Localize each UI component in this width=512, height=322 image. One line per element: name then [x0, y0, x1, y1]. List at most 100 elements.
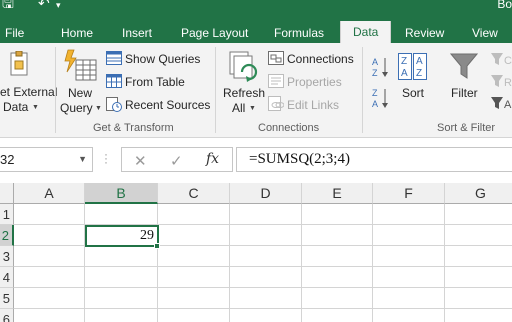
grid-cell[interactable]	[85, 267, 158, 288]
column-header-g[interactable]: G	[445, 183, 512, 204]
row-number: 1	[2, 207, 10, 222]
grid-cell[interactable]	[85, 309, 158, 322]
tab-file[interactable]: File	[5, 24, 24, 43]
row-header-1[interactable]: 1	[0, 204, 14, 225]
column-header-e[interactable]: E	[302, 183, 373, 204]
group-separator	[55, 47, 56, 133]
grid-cell[interactable]	[302, 225, 373, 246]
sort-dialog-icon: Z A A Z	[398, 53, 427, 80]
sort-ascending-icon[interactable]: A Z	[372, 56, 390, 78]
refresh-icon	[229, 51, 258, 82]
column-header-c[interactable]: C	[158, 183, 230, 204]
cancel-icon[interactable]: ✕	[134, 152, 147, 170]
insert-function-button[interactable]: fx	[206, 151, 219, 167]
row-number: 4	[2, 270, 10, 285]
grid-cell[interactable]	[445, 267, 512, 288]
grid-cell[interactable]	[14, 204, 85, 225]
tab-insert[interactable]: Insert	[122, 24, 152, 43]
worksheet-grid[interactable]: A B C D E F G 1 2 3 4 5 6 29	[0, 183, 512, 322]
grid-cell[interactable]	[445, 246, 512, 267]
clear-filter-icon[interactable]: C R A	[490, 51, 512, 113]
account-name[interactable]: Bo	[497, 0, 512, 11]
recent-sources-label: Recent Sources	[125, 98, 211, 112]
grid-cell[interactable]	[445, 309, 512, 322]
group-label-connections: Connections	[258, 122, 320, 134]
column-header-a[interactable]: A	[14, 183, 85, 204]
grid-cell[interactable]	[14, 288, 85, 309]
column-header-b[interactable]: B	[85, 183, 158, 204]
row-header-2[interactable]: 2	[0, 225, 14, 246]
grid-cell[interactable]	[230, 246, 302, 267]
row-header-6[interactable]: 6	[0, 309, 14, 322]
tab-data[interactable]: Data	[340, 21, 392, 43]
formula-buttons: ✕ ✓ fx	[121, 147, 233, 172]
grid-cell[interactable]	[373, 204, 445, 225]
grid-cell[interactable]	[158, 204, 230, 225]
row-header-5[interactable]: 5	[0, 288, 14, 309]
grid-cell[interactable]	[445, 204, 512, 225]
row-header-4[interactable]: 4	[0, 267, 14, 288]
grid-cell[interactable]	[302, 309, 373, 322]
grid-cell[interactable]	[302, 288, 373, 309]
sort-descending-icon[interactable]: Z A	[372, 87, 390, 109]
tab-formulas[interactable]: Formulas	[274, 24, 324, 43]
tab-page-layout[interactable]: Page Layout	[181, 24, 248, 43]
edit-links-icon	[268, 96, 284, 111]
grid-cell[interactable]	[373, 309, 445, 322]
grid-cell[interactable]	[85, 288, 158, 309]
grid-cell[interactable]	[14, 309, 85, 322]
grid-cell[interactable]	[302, 267, 373, 288]
select-all-corner[interactable]	[0, 183, 14, 204]
edit-links-label: Edit Links	[287, 98, 340, 112]
grid-cell[interactable]	[373, 267, 445, 288]
grid-cell[interactable]	[230, 288, 302, 309]
grid-cell[interactable]	[14, 246, 85, 267]
name-box-value: 32	[0, 152, 15, 167]
column-header-f[interactable]: F	[373, 183, 445, 204]
grid-cell[interactable]	[230, 309, 302, 322]
grid-cell[interactable]	[302, 204, 373, 225]
grid-cell[interactable]	[445, 288, 512, 309]
grid-cell[interactable]	[158, 267, 230, 288]
grid-cell[interactable]	[373, 246, 445, 267]
grid-cell[interactable]	[14, 225, 85, 246]
tab-view[interactable]: View	[472, 24, 498, 43]
grid-cell[interactable]	[445, 225, 512, 246]
undo-dropdown-icon[interactable]: ▾	[56, 0, 61, 12]
group-label-sort-filter: Sort & Filter	[437, 122, 496, 134]
chevron-down-icon: ▼	[249, 105, 256, 112]
grid-cell[interactable]	[373, 225, 445, 246]
get-external-data-label-2: Data	[3, 100, 29, 114]
grid-cell[interactable]	[373, 288, 445, 309]
grid-cell[interactable]	[158, 246, 230, 267]
grid-cell[interactable]	[230, 204, 302, 225]
drag-handle-icon[interactable]: · · ·	[104, 148, 108, 168]
title-bar: 🖫 ↶ ▾ Bo File Home Insert Page Layout Fo…	[0, 0, 512, 43]
grid-cell[interactable]	[230, 225, 302, 246]
grid-cell[interactable]	[14, 267, 85, 288]
grid-cell[interactable]	[85, 246, 158, 267]
grid-cell[interactable]	[230, 267, 302, 288]
tab-review[interactable]: Review	[405, 24, 444, 43]
name-box[interactable]: 32 ▼	[0, 147, 93, 172]
grid-cell[interactable]	[302, 246, 373, 267]
grid-cell[interactable]	[158, 225, 230, 246]
fill-handle[interactable]	[154, 243, 160, 249]
chevron-down-icon[interactable]: ▼	[78, 154, 87, 164]
external-data-icon	[10, 51, 28, 76]
grid-cell[interactable]	[158, 309, 230, 322]
row-number: 5	[2, 291, 10, 306]
formula-bar: 32 ▼ · · · ✕ ✓ fx =SUMSQ(2;3;4)	[0, 139, 512, 181]
grid-cell[interactable]	[85, 204, 158, 225]
ribbon-data: et External Data ▼ New Query ▼ Show Quer…	[0, 43, 512, 138]
row-header-3[interactable]: 3	[0, 246, 14, 267]
column-header-d[interactable]: D	[230, 183, 302, 204]
sort-label: Sort	[402, 86, 425, 100]
active-cell[interactable]: 29	[85, 225, 159, 247]
tab-home[interactable]: Home	[61, 24, 93, 43]
save-icon[interactable]: 🖫	[2, 0, 14, 10]
formula-input[interactable]: =SUMSQ(2;3;4)	[236, 147, 512, 172]
undo-icon[interactable]: ↶	[38, 0, 50, 10]
grid-cell[interactable]	[158, 288, 230, 309]
enter-icon[interactable]: ✓	[170, 152, 183, 170]
